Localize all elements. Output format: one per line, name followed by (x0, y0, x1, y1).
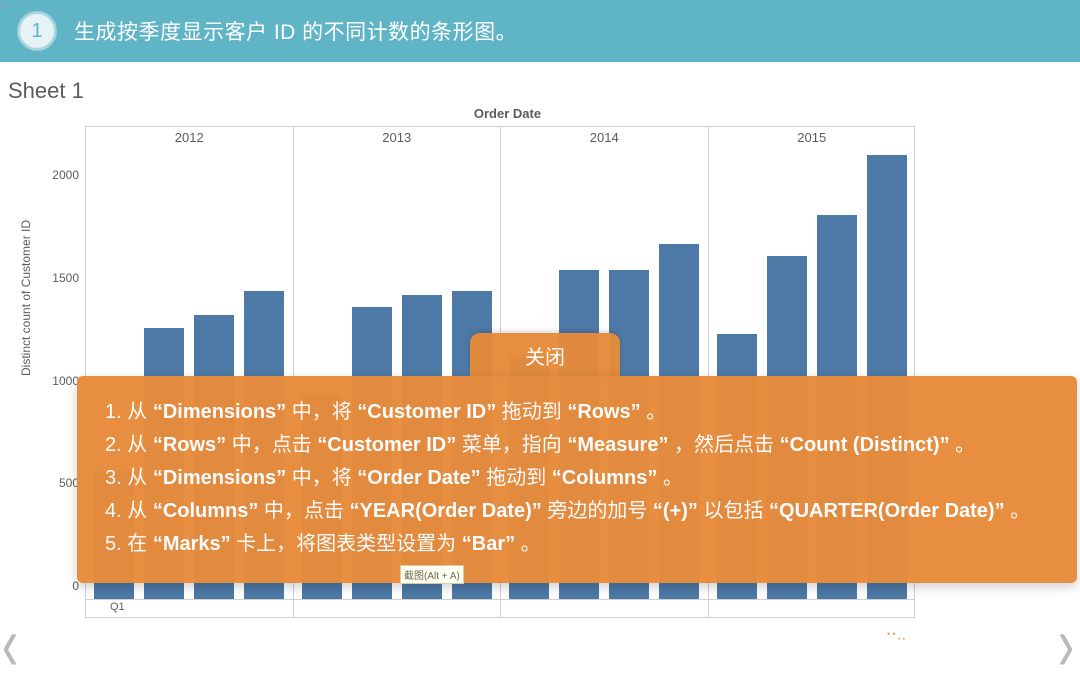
instruction-step: 在 “Marks” 卡上，将图表类型设置为 “Bar” 。 (105, 528, 1051, 561)
instruction-step: 从 “Rows” 中，点击 “Customer ID” 菜单，指向 “Measu… (105, 429, 1051, 462)
instruction-step: 从 “Dimensions” 中，将 “Order Date” 拖动到 “Col… (105, 462, 1051, 495)
instruction-step: 从 “Dimensions” 中，将 “Customer ID” 拖动到 “Ro… (105, 396, 1051, 429)
quarter-labels (709, 599, 916, 617)
y-axis-label: Distinct count of Customer ID (19, 220, 33, 376)
screenshot-tooltip: 截图(Alt + A) (400, 565, 464, 584)
year-label: 2015 (709, 130, 916, 145)
close-button[interactable]: 关闭 (470, 333, 620, 377)
year-label: 2013 (294, 130, 501, 145)
watermark: deepwind数据分析 (881, 623, 1052, 653)
year-label: 2014 (501, 130, 708, 145)
y-tick: 1000 (52, 374, 79, 388)
watermark-text: deepwind数据分析 (919, 626, 1052, 650)
resize-handle-icon[interactable]: » (0, 0, 10, 10)
header-bar: 1 生成按季度显示客户 ID 的不同计数的条形图。 (0, 0, 1080, 62)
quarter-labels (501, 599, 708, 617)
header-prompt: 生成按季度显示客户 ID 的不同计数的条形图。 (74, 16, 517, 46)
wechat-icon (881, 623, 911, 653)
sheet-title: Sheet 1 (8, 78, 1080, 104)
y-tick: 500 (59, 476, 79, 490)
y-tick: 1500 (52, 271, 79, 285)
instruction-step: 从 “Columns” 中，点击 “YEAR(Order Date)” 旁边的加… (105, 495, 1051, 528)
quarter-labels: Q1 (86, 599, 293, 617)
year-label: 2012 (86, 130, 293, 145)
quarter-labels (294, 599, 501, 617)
instructions-list: 从 “Dimensions” 中，将 “Customer ID” 拖动到 “Ro… (105, 396, 1051, 561)
quarter-label: Q1 (110, 600, 125, 617)
instructions-popup: 从 “Dimensions” 中，将 “Customer ID” 拖动到 “Ro… (77, 376, 1077, 583)
y-tick: 2000 (52, 168, 79, 182)
x-axis-title: Order Date (85, 106, 930, 121)
step-number-badge: 1 (18, 12, 56, 50)
